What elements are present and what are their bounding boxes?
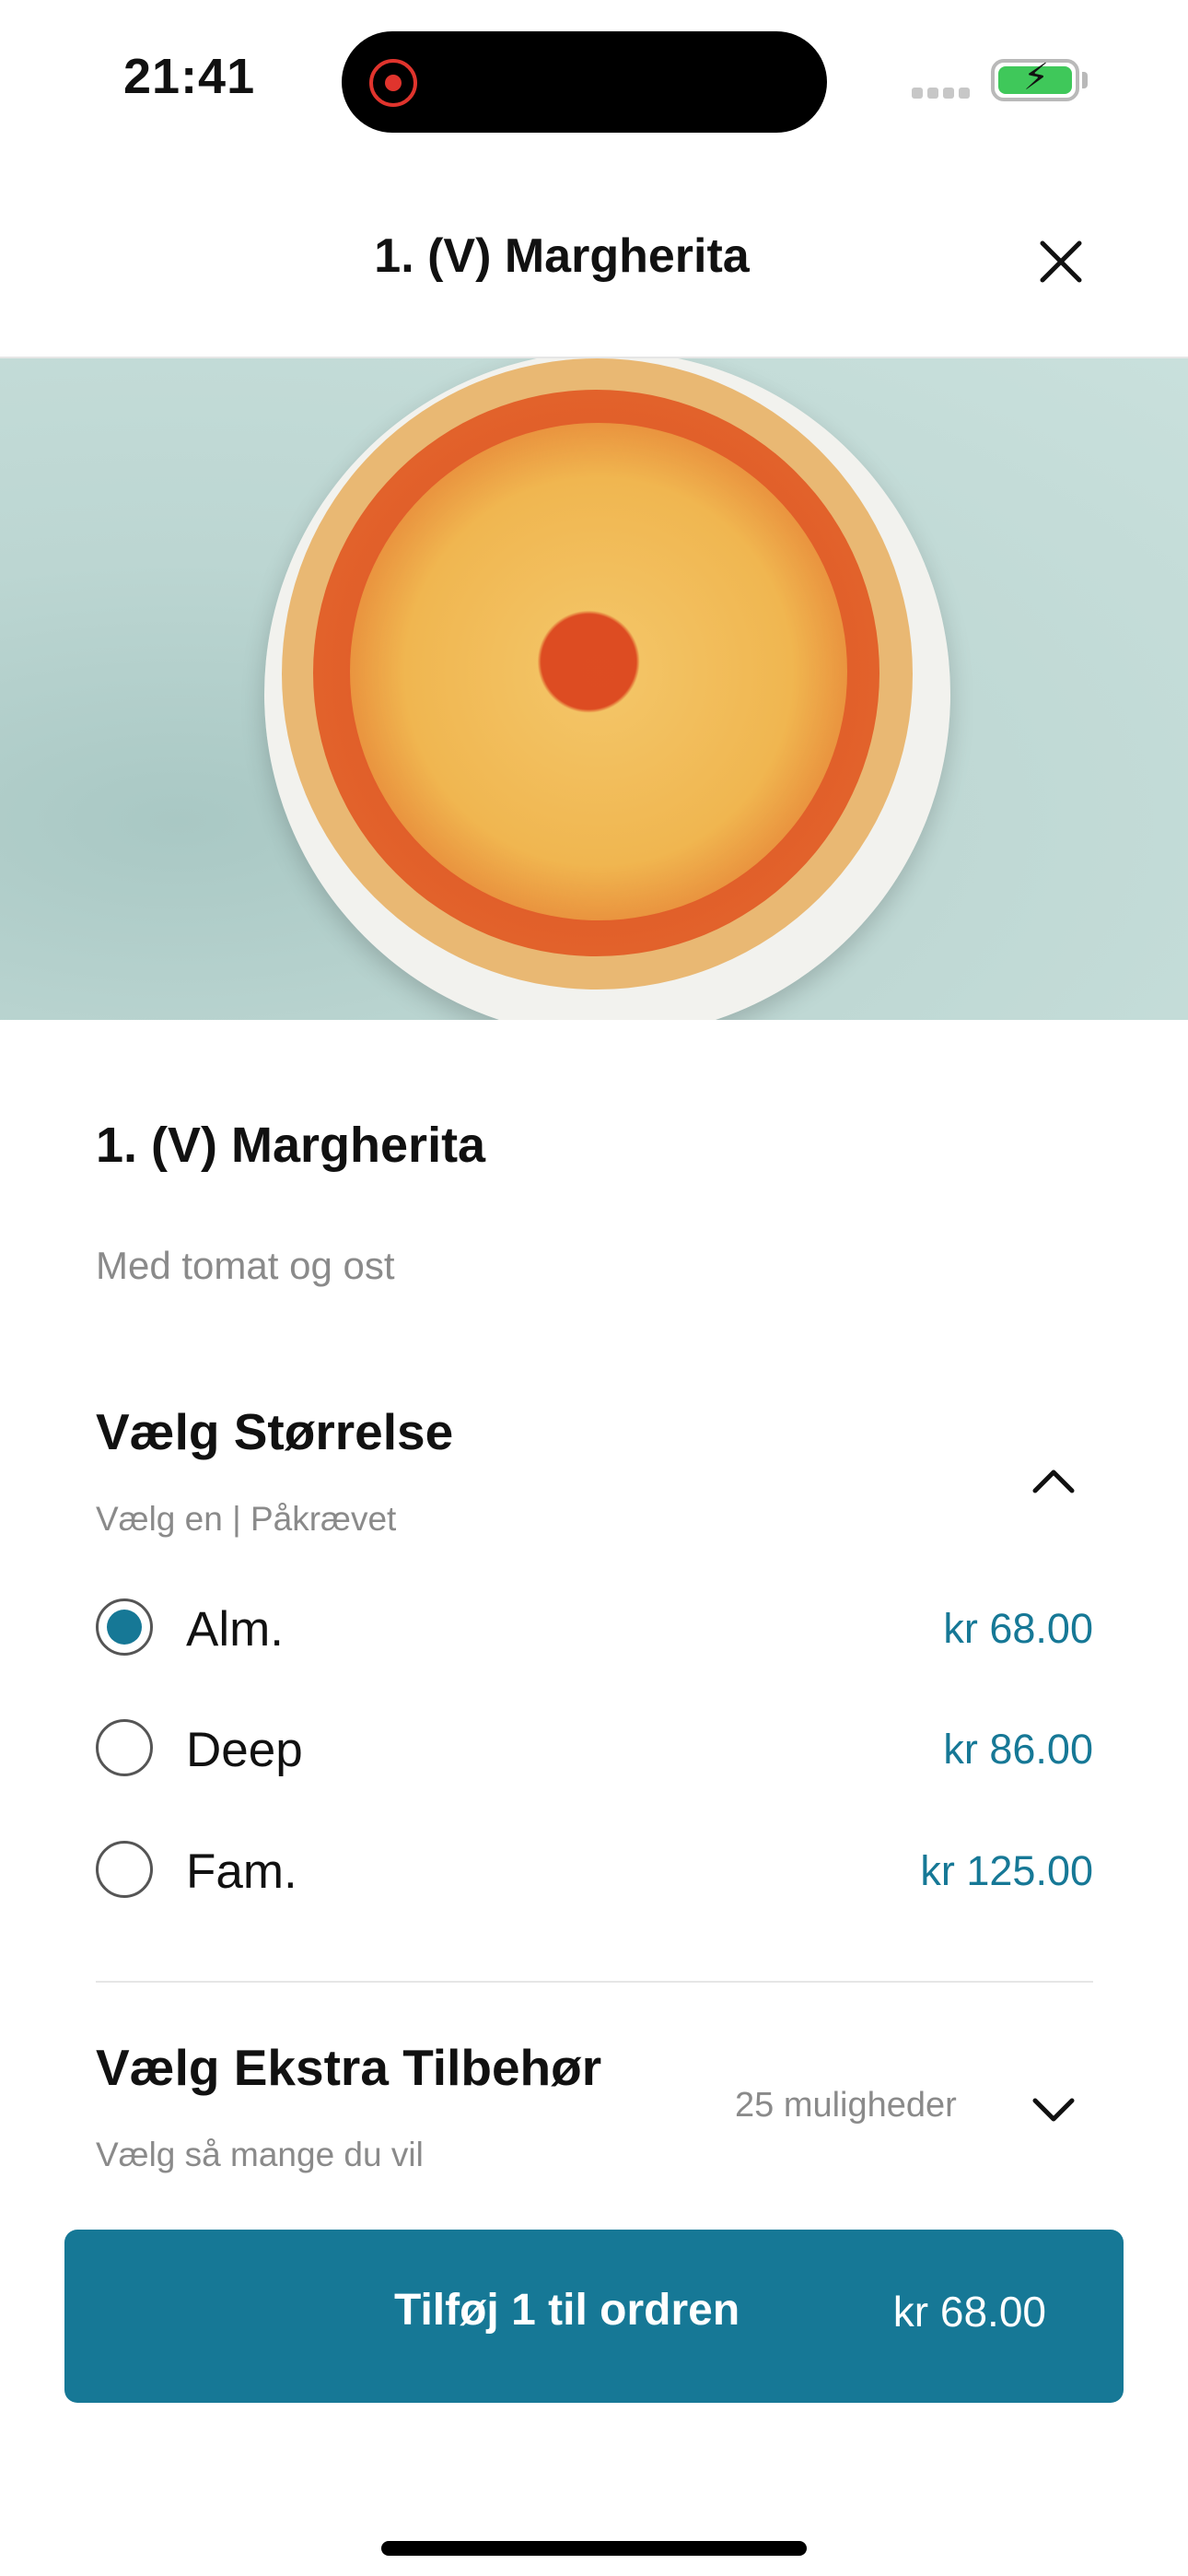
- dynamic-island: [342, 31, 827, 133]
- close-button[interactable]: [1033, 234, 1089, 289]
- size-option-fam[interactable]: Fam. kr 125.00: [96, 1825, 1093, 1917]
- size-group-subtitle: Vælg en | Påkrævet: [96, 1500, 397, 1538]
- size-group-title[interactable]: Vælg Størrelse: [96, 1402, 453, 1461]
- radio-button-selected[interactable]: [96, 1598, 153, 1656]
- product-image: [0, 358, 1188, 1020]
- add-to-order-price: kr 68.00: [892, 2288, 1046, 2336]
- close-icon: [1040, 240, 1082, 283]
- option-price: kr 86.00: [943, 1726, 1093, 1773]
- battery-charging-icon: ⚡: [991, 59, 1079, 101]
- option-label: Deep: [186, 1723, 303, 1777]
- extras-group-title[interactable]: Vælg Ekstra Tilbehør: [96, 2038, 601, 2097]
- option-label: Fam.: [186, 1844, 297, 1899]
- option-price: kr 68.00: [943, 1605, 1093, 1652]
- section-divider: [96, 1981, 1093, 1983]
- add-to-order-button[interactable]: Tilføj 1 til ordren kr 68.00: [64, 2230, 1124, 2403]
- page-title: 1. (V) Margherita: [374, 229, 750, 283]
- product-title: 1. (V) Margherita: [96, 1118, 486, 1173]
- pizza-cheese: [350, 423, 847, 920]
- home-indicator[interactable]: [381, 2541, 807, 2556]
- status-time: 21:41: [123, 49, 256, 104]
- product-description: Med tomat og ost: [96, 1244, 395, 1287]
- extras-group-subtitle: Vælg så mange du vil: [96, 2136, 424, 2173]
- screen-recording-icon: [369, 59, 417, 107]
- size-option-alm[interactable]: Alm. kr 68.00: [96, 1583, 1093, 1675]
- radio-button[interactable]: [96, 1841, 153, 1898]
- chevron-up-icon: [1032, 1469, 1075, 1493]
- battery-nub: [1082, 72, 1088, 88]
- option-price: kr 125.00: [920, 1847, 1093, 1894]
- radio-button[interactable]: [96, 1719, 153, 1776]
- option-label: Alm.: [186, 1602, 284, 1657]
- size-option-deep[interactable]: Deep kr 86.00: [96, 1704, 1093, 1796]
- cellular-signal-icon: [912, 88, 971, 99]
- add-to-order-label: Tilføj 1 til ordren: [394, 2286, 740, 2335]
- collapse-size-group-button[interactable]: [1026, 1454, 1081, 1509]
- chevron-down-icon: [1032, 2098, 1075, 2122]
- extras-option-count: 25 muligheder: [735, 2086, 957, 2125]
- expand-extras-group-button[interactable]: [1026, 2082, 1081, 2137]
- status-bar: 21:41 ⚡: [0, 0, 1188, 157]
